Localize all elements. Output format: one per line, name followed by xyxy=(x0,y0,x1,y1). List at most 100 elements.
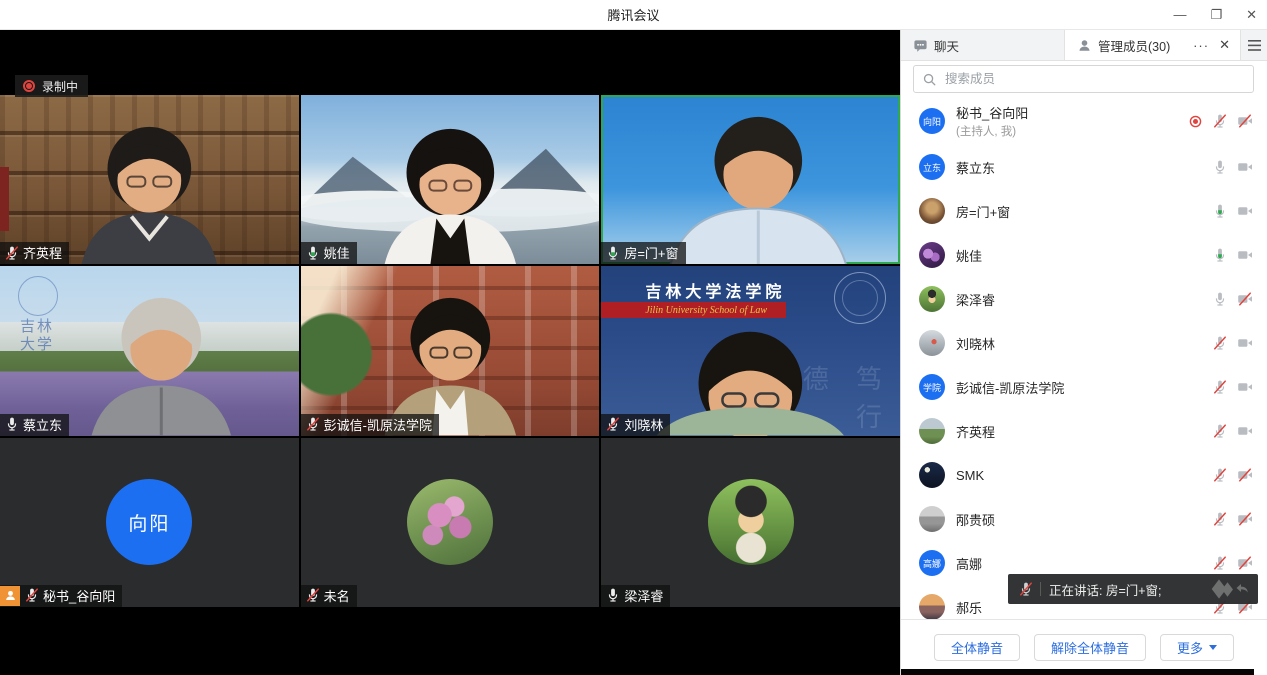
member-row[interactable]: 邴贵硕 xyxy=(901,497,1267,541)
camera-icon[interactable] xyxy=(1237,291,1253,307)
minimize-button[interactable]: — xyxy=(1173,0,1186,30)
video-tile[interactable]: 向阳 秘书_谷向阳 xyxy=(0,438,299,607)
mic-status-icon xyxy=(4,245,20,261)
video-tile[interactable]: 彭诚信-凯原法学院 xyxy=(301,266,600,435)
member-name: SMK xyxy=(956,468,1212,483)
search-input[interactable] xyxy=(943,71,1245,87)
unmute-all-button[interactable]: 解除全体静音 xyxy=(1034,634,1146,661)
participant-silhouette xyxy=(0,266,299,435)
camera-icon[interactable] xyxy=(1237,203,1253,219)
member-row[interactable]: 学院 彭诚信-凯原法学院 xyxy=(901,365,1267,409)
member-row[interactable]: SMK xyxy=(901,453,1267,497)
avatar: 向阳 xyxy=(919,108,945,134)
restore-button[interactable]: ❐ xyxy=(1210,0,1222,30)
member-name: 彭诚信-凯原法学院 xyxy=(956,378,1212,397)
video-tile[interactable]: 齐英程 xyxy=(0,95,299,264)
mic-icon[interactable] xyxy=(1212,423,1228,439)
participant-silhouette xyxy=(601,95,900,264)
mic-icon[interactable] xyxy=(1212,159,1228,175)
mic-status-icon xyxy=(605,587,621,603)
recording-badge: 录制中 xyxy=(15,75,88,97)
mic-status-icon xyxy=(4,416,20,432)
video-region: 录制中 齐英程 xyxy=(0,30,900,675)
search-icon xyxy=(922,72,937,87)
avatar: 向阳 xyxy=(106,479,192,565)
mic-icon[interactable] xyxy=(1212,555,1228,571)
more-button[interactable]: 更多 xyxy=(1160,634,1234,661)
toast-divider xyxy=(1040,582,1041,596)
mic-icon[interactable] xyxy=(1212,335,1228,351)
panel-menu-button[interactable] xyxy=(1240,30,1267,60)
avatar: 高娜 xyxy=(919,550,945,576)
chevron-down-icon xyxy=(1209,645,1217,650)
reply-arrow-icon xyxy=(1234,581,1250,597)
member-row[interactable]: 刘晓林 xyxy=(901,321,1267,365)
mic-icon[interactable] xyxy=(1212,467,1228,483)
host-badge-icon xyxy=(0,586,20,606)
mic-icon[interactable] xyxy=(1212,511,1228,527)
panel-more-button[interactable]: ··· xyxy=(1193,38,1209,53)
mic-status-icon xyxy=(605,416,621,432)
member-row[interactable]: 齐英程 xyxy=(901,409,1267,453)
recording-dot-icon xyxy=(23,80,35,92)
camera-icon[interactable] xyxy=(1237,247,1253,263)
member-row[interactable]: 立东 蔡立东 xyxy=(901,145,1267,189)
member-row[interactable]: 向阳 秘书_谷向阳(主持人, 我) xyxy=(901,97,1267,145)
mic-icon[interactable] xyxy=(1212,291,1228,307)
camera-icon[interactable] xyxy=(1237,511,1253,527)
mic-status-icon xyxy=(24,587,40,603)
camera-icon[interactable] xyxy=(1237,379,1253,395)
title-bar: 腾讯会议 — ❐ ✕ xyxy=(0,0,1267,30)
video-tile[interactable]: 未名 xyxy=(301,438,600,607)
mic-icon[interactable] xyxy=(1212,379,1228,395)
member-search[interactable] xyxy=(913,65,1254,93)
member-name: 姚佳 xyxy=(956,246,1212,265)
mic-icon[interactable] xyxy=(1212,247,1228,263)
chat-icon xyxy=(913,38,928,53)
camera-icon[interactable] xyxy=(1237,423,1253,439)
video-tile[interactable]: 梁泽睿 xyxy=(601,438,900,607)
member-name: 刘晓林 xyxy=(956,334,1212,353)
tab-chat[interactable]: 聊天 xyxy=(901,30,1065,60)
participant-name-chip: 蔡立东 xyxy=(0,414,69,436)
mic-icon[interactable] xyxy=(1212,113,1228,129)
close-button[interactable]: ✕ xyxy=(1246,0,1257,30)
avatar: 学院 xyxy=(919,374,945,400)
camera-icon[interactable] xyxy=(1237,159,1253,175)
window-bottom-edge xyxy=(901,669,1254,675)
panel-close-button[interactable]: ✕ xyxy=(1219,37,1230,53)
participant-name-chip: 姚佳 xyxy=(301,242,357,264)
avatar xyxy=(919,594,945,619)
video-tile[interactable]: 姚佳 xyxy=(301,95,600,264)
participant-name-chip: 未名 xyxy=(301,585,357,607)
speaking-toast: 正在讲话: 房=门+窗; xyxy=(1008,574,1258,604)
camera-icon[interactable] xyxy=(1237,335,1253,351)
mute-all-button[interactable]: 全体静音 xyxy=(934,634,1020,661)
video-tile[interactable]: 房=门+窗 xyxy=(601,95,900,264)
muted-mic-icon xyxy=(1018,581,1034,597)
mic-icon[interactable] xyxy=(1212,203,1228,219)
toast-logo-icon xyxy=(1222,582,1233,597)
member-row[interactable]: 姚佳 xyxy=(901,233,1267,277)
member-name: 梁泽睿 xyxy=(956,290,1212,309)
member-row[interactable]: 房=门+窗 xyxy=(901,189,1267,233)
member-row[interactable]: 梁泽睿 xyxy=(901,277,1267,321)
avatar: 立东 xyxy=(919,154,945,180)
camera-icon[interactable] xyxy=(1237,555,1253,571)
member-list[interactable]: 向阳 秘书_谷向阳(主持人, 我) 立东 蔡立东 房=门+窗 xyxy=(901,97,1267,619)
member-name: 齐英程 xyxy=(956,422,1212,441)
avatar xyxy=(919,286,945,312)
mic-status-icon xyxy=(305,416,321,432)
mic-status-icon xyxy=(605,245,621,261)
tab-manage-members[interactable]: 管理成员(30) ··· ✕ xyxy=(1065,30,1240,60)
participant-silhouette xyxy=(301,266,600,435)
video-tile[interactable]: 吉林大学法学院 Jilin University School of Law 明… xyxy=(601,266,900,435)
camera-icon[interactable] xyxy=(1237,467,1253,483)
video-tile[interactable]: 吉林大学 蔡立东 xyxy=(0,266,299,435)
participant-name-chip: 房=门+窗 xyxy=(601,242,685,264)
camera-icon[interactable] xyxy=(1237,113,1253,129)
member-name: 高娜 xyxy=(956,554,1212,573)
participant-silhouette xyxy=(301,95,600,264)
participant-name-chip: 彭诚信-凯原法学院 xyxy=(301,414,439,436)
participant-silhouette xyxy=(601,266,900,435)
